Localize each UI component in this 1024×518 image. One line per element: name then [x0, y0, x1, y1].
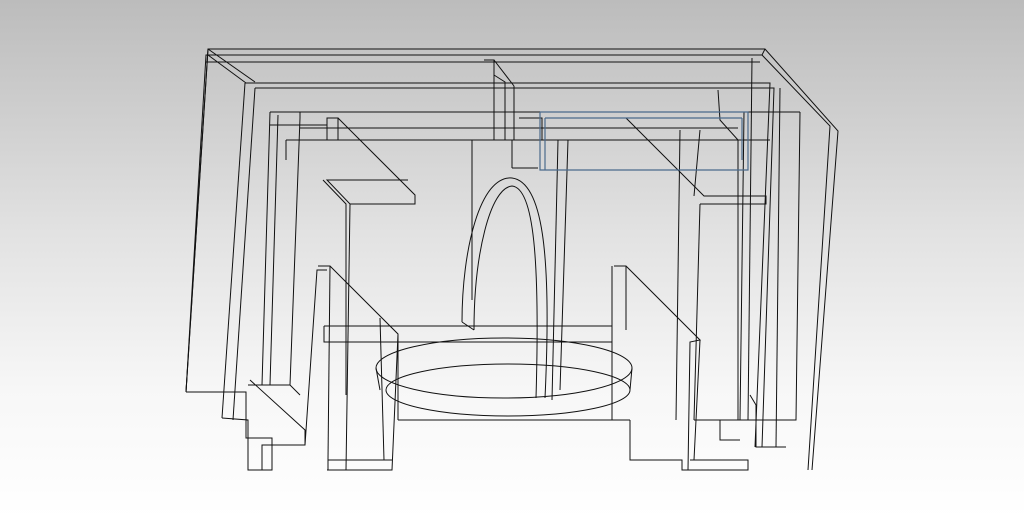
cad-viewport[interactable]	[0, 0, 1024, 518]
sink-basin[interactable]	[375, 337, 633, 417]
vanity-wireframe[interactable]	[0, 0, 1024, 518]
right-side-panel[interactable]	[694, 57, 801, 448]
bottom-shelf[interactable]	[323, 325, 630, 421]
left-drawer-support[interactable]	[304, 179, 351, 471]
top-drawer-right[interactable]	[539, 111, 749, 171]
center-divider[interactable]	[471, 59, 745, 401]
right-drawer-support[interactable]	[625, 117, 767, 421]
left-front-leg[interactable]	[318, 265, 399, 471]
upper-rail[interactable]	[270, 111, 800, 205]
left-stile[interactable]	[248, 111, 327, 396]
